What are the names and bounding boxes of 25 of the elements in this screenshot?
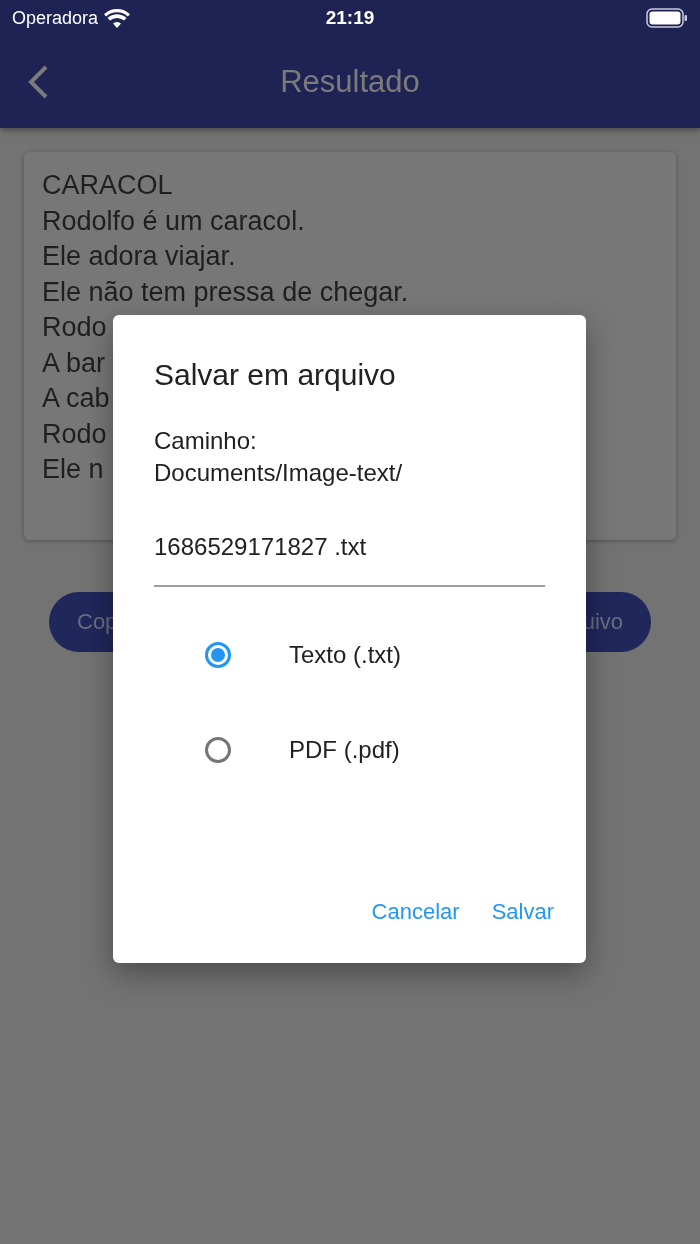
text-line: A cab <box>42 382 110 415</box>
text-line: Rodo <box>42 311 107 344</box>
path-text: Documents/Image-text/ <box>154 458 404 488</box>
filename-field[interactable]: 1686529171827 .txt <box>154 531 545 587</box>
text-line: CARACOL <box>42 169 173 202</box>
wifi-icon <box>104 8 131 28</box>
path-label: Caminho: <box>154 426 258 456</box>
dialog-title: Salvar em arquivo <box>154 357 397 393</box>
text-line: Ele adora viajar. <box>42 240 236 273</box>
cancel-button[interactable]: Cancelar <box>359 891 472 933</box>
save-button[interactable]: Salvar <box>479 891 566 933</box>
clock-time: 21:19 <box>325 7 375 29</box>
screen-title: Resultado <box>279 64 421 100</box>
option-label: PDF (.pdf) <box>289 735 400 764</box>
radio-button[interactable] <box>205 641 231 668</box>
text-line: Ele não tem pressa de chegar. <box>42 275 409 309</box>
carrier-name: Operadora <box>12 7 99 29</box>
text-line: Rodo <box>42 417 107 451</box>
back-icon[interactable] <box>26 64 50 100</box>
option-label: Texto (.txt) <box>289 640 402 669</box>
radio-button[interactable] <box>205 736 231 763</box>
text-line: Rodolfo é um caracol. <box>42 204 305 238</box>
text-line: A bar <box>42 346 106 380</box>
text-line: Ele n <box>42 453 104 486</box>
battery-icon <box>646 8 688 28</box>
